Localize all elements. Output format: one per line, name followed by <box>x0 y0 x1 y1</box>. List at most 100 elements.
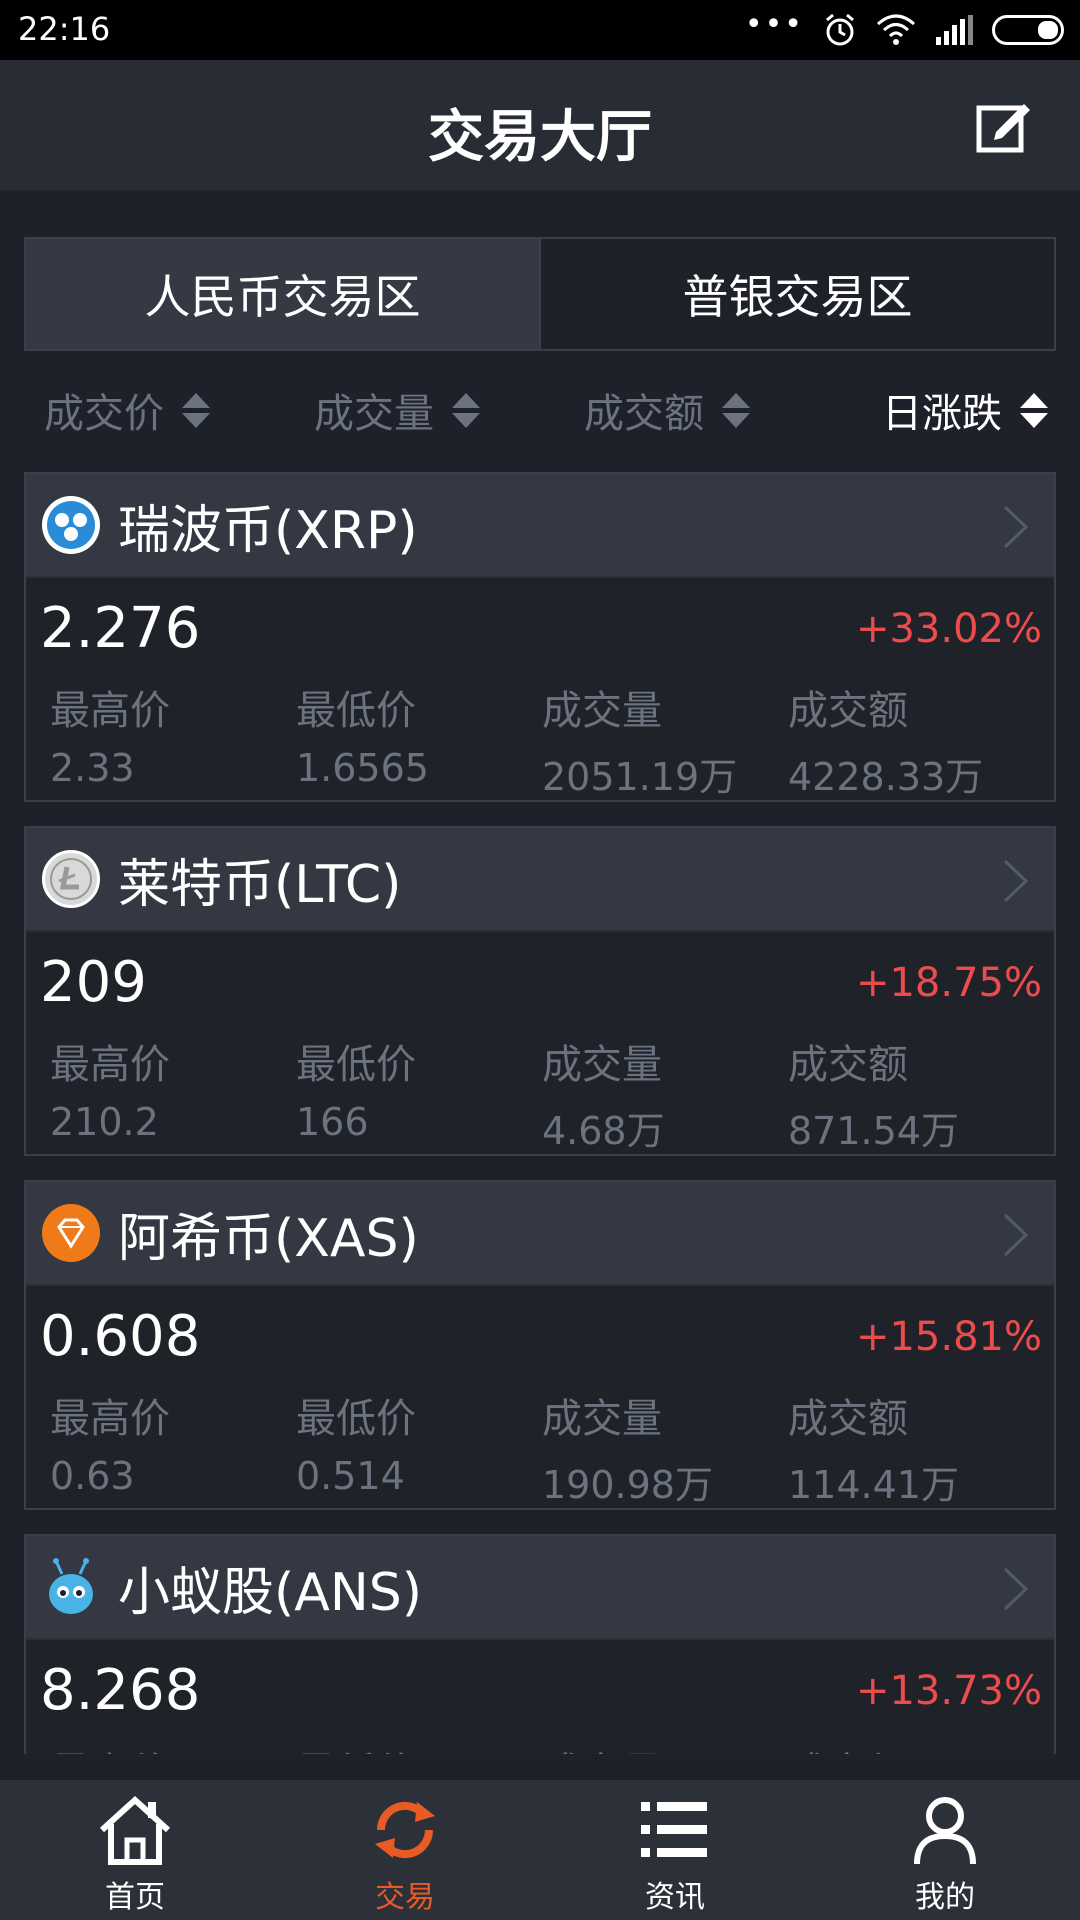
sort-bar: 成交价 成交量 成交额 日涨跌 <box>24 380 1056 440</box>
sort-arrows-icon <box>722 392 750 428</box>
sort-by-volume[interactable]: 成交量 <box>294 380 564 440</box>
stat-amount: 成交额 4228.33万 <box>788 678 1034 801</box>
coin-card-ltc[interactable]: 莱特币(LTC) 209 +18.75% 最高价 210.2 最低价 166 成交量… <box>24 826 1056 1156</box>
stat-value: 210.2 <box>50 1100 159 1144</box>
stat-amount: 成交额 <box>788 1740 1034 1754</box>
sort-label: 成交额 <box>584 391 704 437</box>
stat-label: 最高价 <box>50 1042 170 1088</box>
sort-arrows-icon <box>182 392 210 428</box>
stat-high: 最高价 2.33 <box>50 678 296 801</box>
status-time: 22:16 <box>18 10 111 48</box>
status-icons: ••• <box>745 7 1064 48</box>
coin-price: 2.276 <box>40 596 201 661</box>
coin-change: +18.75% <box>855 960 1042 1006</box>
stat-label: 成交额 <box>788 1740 1034 1754</box>
chevron-right-icon <box>1003 1567 1029 1611</box>
chevron-right-icon <box>1003 505 1029 549</box>
stat-low: 最低价 0.514 <box>296 1386 542 1509</box>
stat-label: 最高价 <box>50 688 170 734</box>
stat-value: 4.68万 <box>542 1109 665 1153</box>
page-title: 交易大厅 <box>428 105 652 170</box>
stat-high: 最高价 210.2 <box>50 1032 296 1155</box>
stat-label: 成交量 <box>542 1396 662 1442</box>
sort-by-price[interactable]: 成交价 <box>24 380 294 440</box>
stat-label: 成交量 <box>542 1042 662 1088</box>
coin-name: 瑞波币(XRP) <box>118 500 418 561</box>
nav-profile[interactable]: 我的 <box>810 1780 1080 1920</box>
app-header: 交易大厅 <box>0 60 1080 190</box>
stat-high: 最高价 0.63 <box>50 1386 296 1509</box>
stat-value: 2051.19万 <box>542 755 738 799</box>
coin-price: 209 <box>40 950 147 1015</box>
coin-card-header[interactable]: 小蚁股(ANS) <box>26 1536 1054 1640</box>
nav-label: 资讯 <box>645 1880 705 1915</box>
xas-icon <box>42 1204 100 1262</box>
coin-name: 小蚁股(ANS) <box>118 1562 423 1623</box>
stat-value: 1.6565 <box>296 746 429 790</box>
stat-value: 0.514 <box>296 1454 405 1498</box>
coin-card-xrp[interactable]: 瑞波币(XRP) 2.276 +33.02% 最高价 2.33 最低价 1.6565… <box>24 472 1056 802</box>
xrp-icon <box>42 496 100 554</box>
coin-change: +33.02% <box>855 606 1042 652</box>
stat-label: 成交量 <box>542 688 662 734</box>
chevron-right-icon <box>1003 859 1029 903</box>
nav-label: 我的 <box>915 1880 975 1915</box>
coin-card-ans[interactable]: 小蚁股(ANS) 8.268 +13.73% 最高价 最低价 成交量 成交额 <box>24 1534 1056 1754</box>
stat-value: 0.63 <box>50 1454 135 1498</box>
stat-low: 最低价 <box>296 1740 542 1754</box>
signal-icon <box>936 15 973 45</box>
coin-price: 0.608 <box>40 1304 201 1369</box>
coin-card-body: 0.608 +15.81% 最高价 0.63 最低价 0.514 成交量 190.98… <box>26 1286 1054 1508</box>
stat-label: 最低价 <box>296 1396 416 1442</box>
coin-price: 8.268 <box>40 1658 201 1723</box>
stat-value: 871.54万 <box>788 1109 959 1153</box>
tab-silver-zone[interactable]: 普银交易区 <box>541 239 1054 349</box>
stat-high: 最高价 <box>50 1740 296 1754</box>
alarm-icon <box>826 13 854 46</box>
stat-amount: 成交额 871.54万 <box>788 1032 1034 1155</box>
stat-label: 成交额 <box>788 1042 908 1088</box>
coin-stats: 最高价 2.33 最低价 1.6565 成交量 2051.19万 成交额 4228.33… <box>50 678 1034 801</box>
stat-volume: 成交量 190.98万 <box>542 1386 788 1509</box>
nav-label: 首页 <box>105 1880 165 1915</box>
stat-label: 最低价 <box>296 1042 416 1088</box>
stat-label: 最高价 <box>50 1396 170 1442</box>
stat-value: 2.33 <box>50 746 135 790</box>
coin-stats: 最高价 210.2 最低价 166 成交量 4.68万 成交额 871.54万 <box>50 1032 1034 1155</box>
coin-change: +15.81% <box>855 1314 1042 1360</box>
stat-volume: 成交量 2051.19万 <box>542 678 788 801</box>
stat-label: 成交量 <box>542 1740 788 1754</box>
coin-card-body: 2.276 +33.02% 最高价 2.33 最低价 1.6565 成交量 2051.… <box>26 578 1054 800</box>
stat-low: 最低价 1.6565 <box>296 678 542 801</box>
status-bar: 22:16 ••• <box>0 0 1080 60</box>
coin-card-header[interactable]: 莱特币(LTC) <box>26 828 1054 932</box>
sort-label: 成交量 <box>314 391 434 437</box>
sort-by-amount[interactable]: 成交额 <box>564 380 834 440</box>
stat-low: 最低价 166 <box>296 1032 542 1155</box>
coin-list[interactable]: 瑞波币(XRP) 2.276 +33.02% 最高价 2.33 最低价 1.6565… <box>24 472 1056 1754</box>
trade-zone-tabs: 人民币交易区 普银交易区 <box>24 237 1056 351</box>
ans-icon <box>42 1558 100 1616</box>
chevron-right-icon <box>1003 1213 1029 1257</box>
coin-name: 莱特币(LTC) <box>118 854 402 915</box>
sort-by-daily-change[interactable]: 日涨跌 <box>834 380 1056 440</box>
stat-amount: 成交额 114.41万 <box>788 1386 1034 1509</box>
stat-label: 成交额 <box>788 1396 908 1442</box>
sort-label: 日涨跌 <box>882 391 1002 437</box>
stat-label: 最高价 <box>50 1740 296 1754</box>
coin-card-header[interactable]: 阿希币(XAS) <box>26 1182 1054 1286</box>
coin-card-xas[interactable]: 阿希币(XAS) 0.608 +15.81% 最高价 0.63 最低价 0.514 … <box>24 1180 1056 1510</box>
coin-card-header[interactable]: 瑞波币(XRP) <box>26 474 1054 578</box>
user-icon <box>914 1797 976 1865</box>
bottom-nav: 首页 交易 资讯 我的 <box>0 1780 1080 1920</box>
nav-news[interactable]: 资讯 <box>540 1780 810 1920</box>
wifi-icon <box>877 14 915 45</box>
edit-icon[interactable] <box>974 96 1034 156</box>
nav-trade[interactable]: 交易 <box>270 1780 540 1920</box>
stat-volume: 成交量 4.68万 <box>542 1032 788 1155</box>
coin-card-body: 8.268 +13.73% 最高价 最低价 成交量 成交额 <box>26 1640 1054 1754</box>
tab-rmb-zone[interactable]: 人民币交易区 <box>26 239 541 349</box>
list-icon <box>641 1802 707 1857</box>
nav-home[interactable]: 首页 <box>0 1780 270 1920</box>
sort-arrows-icon <box>1020 392 1048 428</box>
